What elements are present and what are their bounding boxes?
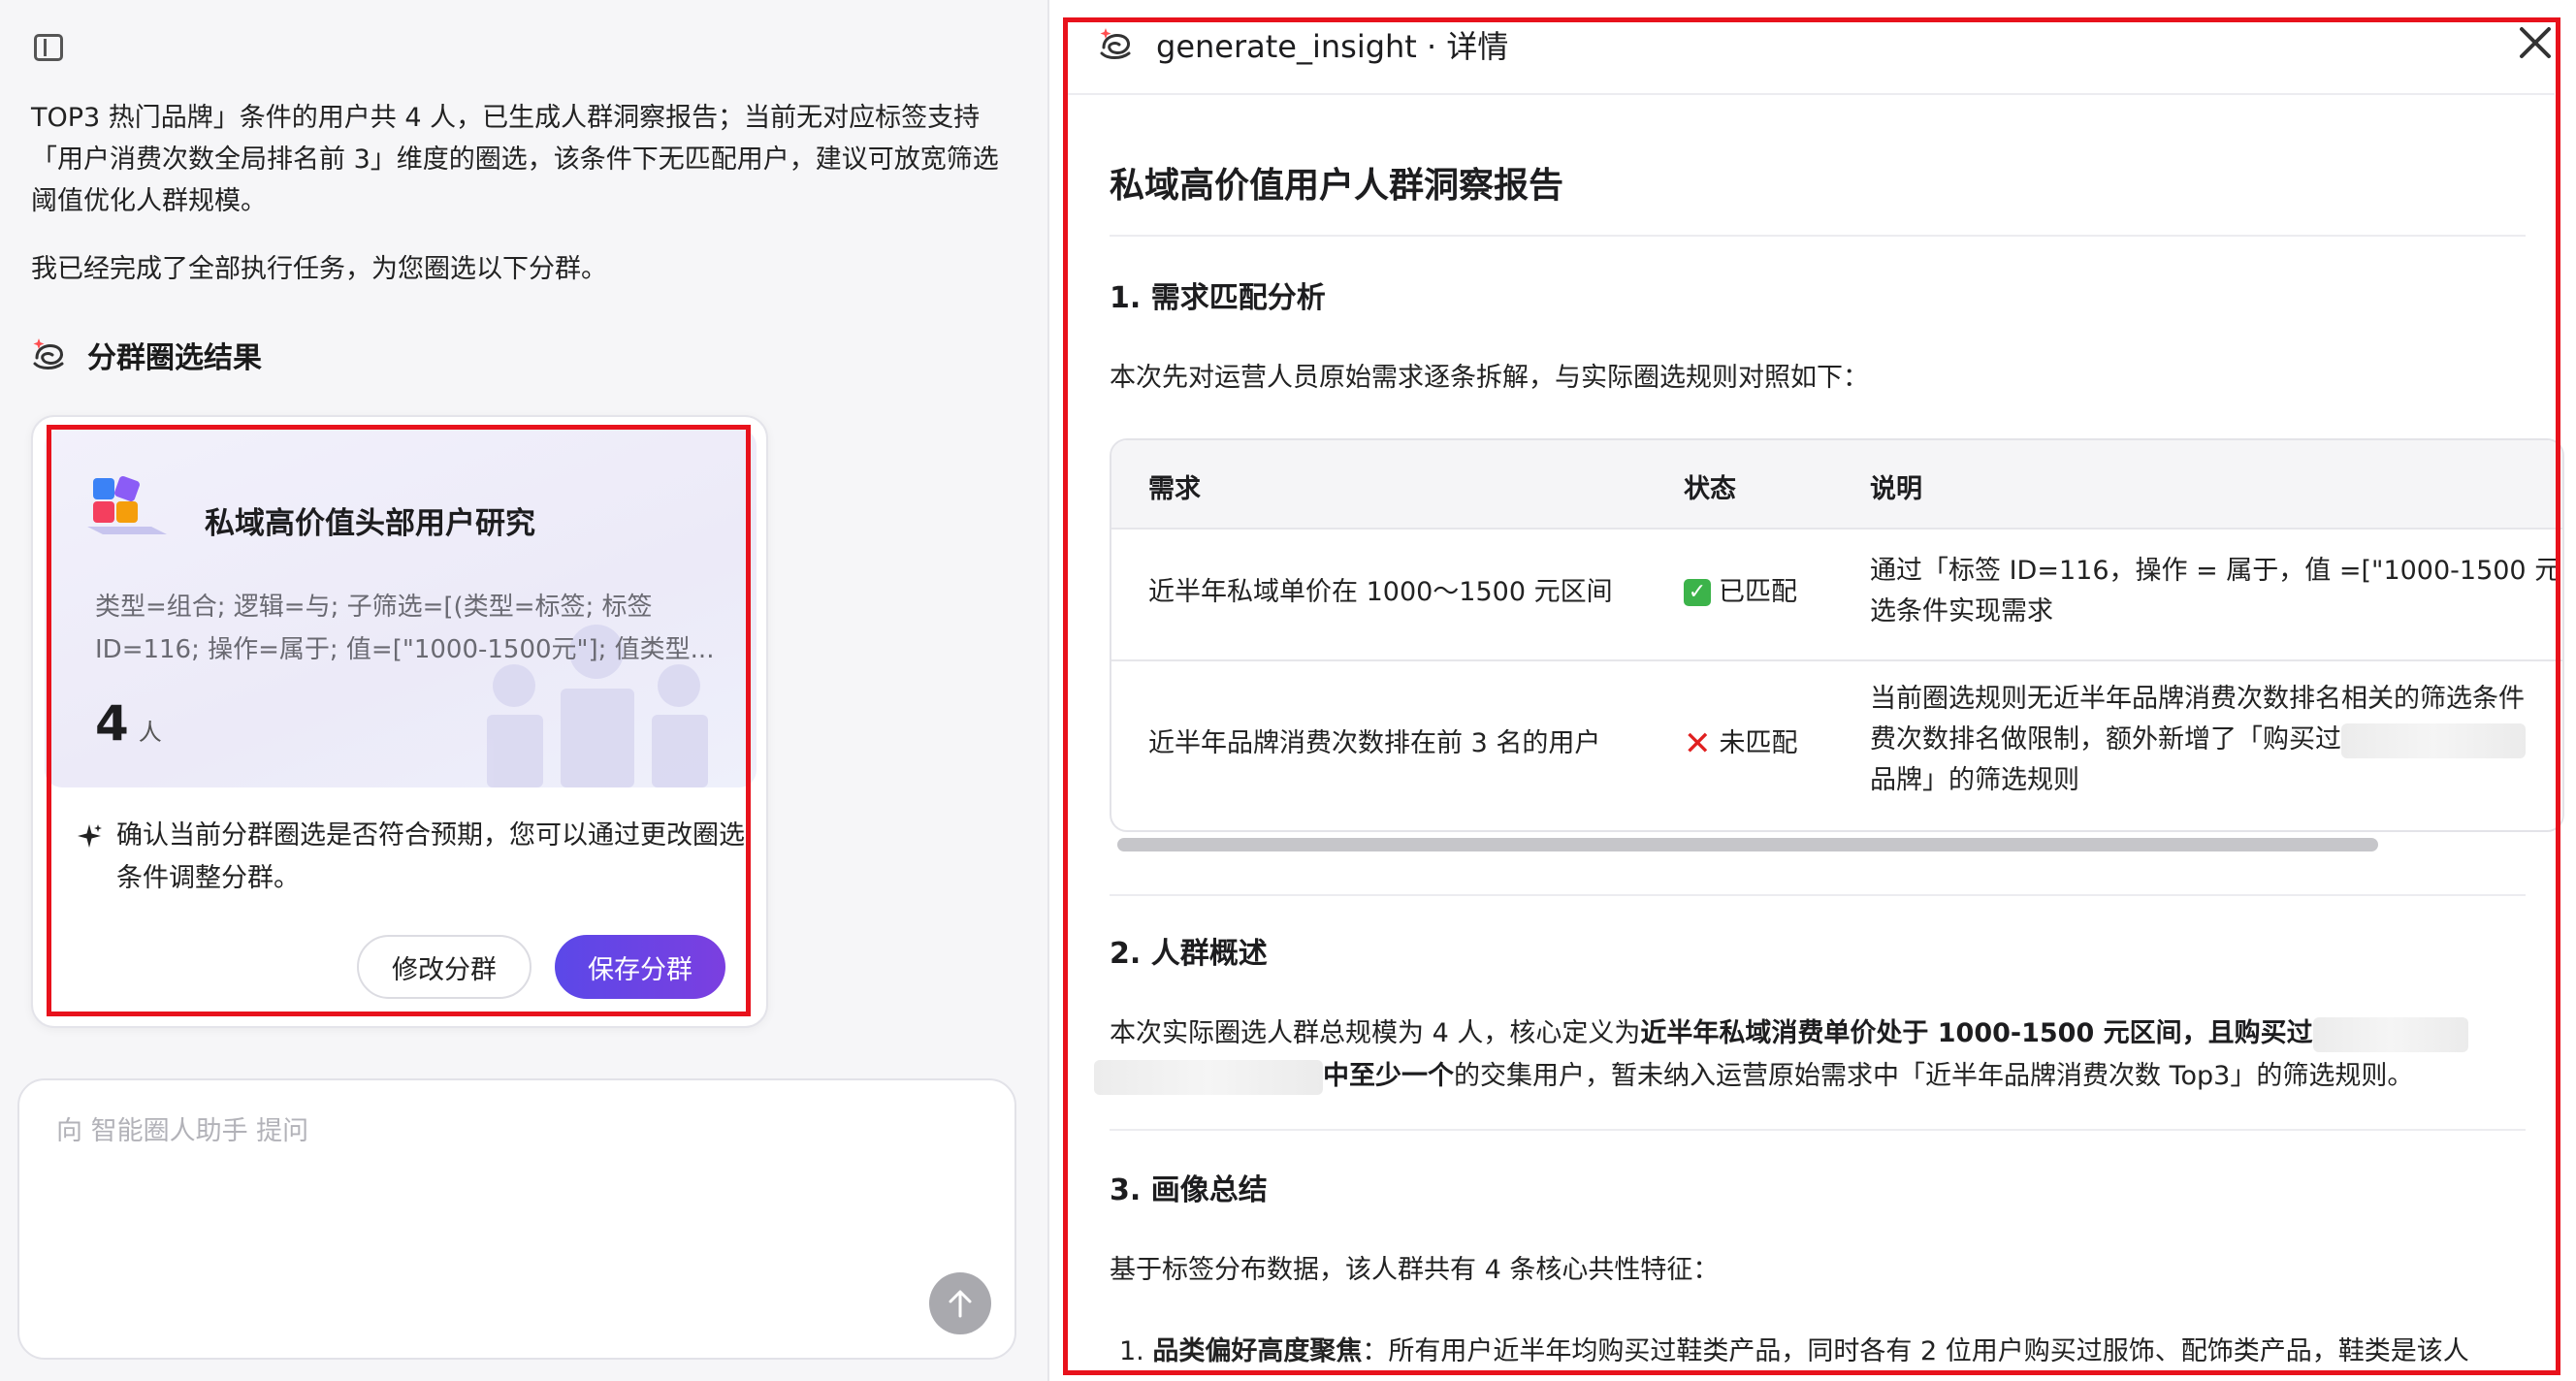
segment-card[interactable]: 私域高价值头部用户研究 类型=组合; 逻辑=与; 子筛选=[(类型=标签; 标签… xyxy=(31,415,768,1028)
table-header: 需求 状态 说明 xyxy=(1111,440,2562,530)
desc-line: 品牌」的筛选规则 xyxy=(1870,765,2079,795)
column-header-need: 需求 xyxy=(1148,474,1201,504)
save-segment-button[interactable]: 保存分群 xyxy=(555,935,725,999)
status-unmatched: 未匹配 xyxy=(1719,728,1798,758)
edit-segment-button[interactable]: 修改分群 xyxy=(357,935,531,999)
section1-heading: 1. 需求匹配分析 xyxy=(1110,281,1326,315)
list-item: 1. 品类偏好高度聚焦：所有用户近半年均购买过鞋类产品，同时各有 2 位用户购买… xyxy=(1119,1331,2535,1373)
status-cell: ✕ 未匹配 xyxy=(1684,723,1798,764)
sidebar-toggle-icon[interactable] xyxy=(34,34,63,61)
assistant-message-paragraph: TOP3 热门品牌」条件的用户共 4 人，已生成人群洞察报告；当前无对应标签支持… xyxy=(31,103,999,216)
redacted-text xyxy=(2341,723,2526,758)
detail-header: generate_insight · 详情 xyxy=(1096,17,1508,72)
overview-text: 的交集用户，暂未纳入运营原始需求中「近半年品牌消费次数 Top3」的筛选规则。 xyxy=(1454,1061,2414,1091)
header-divider xyxy=(1067,93,2555,95)
desc-cell: 当前圈选规则无近半年品牌消费次数排名相关的筛选条件 费次数排名做限制，额外新增了… xyxy=(1870,679,2526,801)
desc-text: 费次数排名做限制，额外新增了「购买过 xyxy=(1870,724,2341,755)
overview-bold: 中至少一个 xyxy=(1323,1061,1454,1091)
list-item-bold: 品类偏好高度聚焦 xyxy=(1152,1336,1363,1366)
desc-line: 费次数排名做限制，额外新增了「购买过 xyxy=(1870,720,2526,760)
table-row: 近半年私域单价在 1000～1500 元区间 ✓ 已匹配 通过「标签 ID=11… xyxy=(1111,528,2562,661)
desc-line: 当前圈选规则无近半年品牌消费次数排名相关的筛选条件 xyxy=(1870,684,2525,714)
horizontal-scrollbar[interactable] xyxy=(1117,838,2378,851)
segment-count: 4 人 xyxy=(95,695,162,752)
divider xyxy=(1110,894,2526,896)
overview-bold: 近半年私域消费单价处于 1000-1500 元区间，且购买过 xyxy=(1640,1018,2313,1048)
column-header-desc: 说明 xyxy=(1870,474,1922,504)
section1-intro: 本次先对运营人员原始需求逐条拆解，与实际圈选规则对照如下： xyxy=(1110,363,1869,393)
need-cell: 近半年私域单价在 1000～1500 元区间 xyxy=(1148,577,1613,607)
assistant-logo-icon xyxy=(33,338,64,369)
assistant-message-summary: 我已经完成了全部执行任务，为您圈选以下分群。 xyxy=(31,254,607,284)
detail-title: generate_insight · 详情 xyxy=(1156,28,1509,65)
desc-cell: 通过「标签 ID=116，操作 = 属于，值 =["1000-1500 元 选条… xyxy=(1870,551,2560,632)
segment-title: 私域高价值头部用户研究 xyxy=(205,506,535,541)
segment-result-header: 分群圈选结果 xyxy=(29,332,262,378)
assistant-logo-icon xyxy=(1100,28,1131,59)
column-header-status: 状态 xyxy=(1684,474,1736,504)
divider xyxy=(1110,235,2526,237)
section2-text: 本次实际圈选人群总规模为 4 人，核心定义为近半年私域消费单价处于 1000-1… xyxy=(1094,1012,2526,1098)
desc-line: 通过「标签 ID=116，操作 = 属于，值 =["1000-1500 元 xyxy=(1870,556,2561,586)
chat-input-placeholder[interactable]: 向 智能圈人助手 提问 xyxy=(56,1109,308,1147)
segment-card-summary: 私域高价值头部用户研究 类型=组合; 逻辑=与; 子筛选=[(类型=标签; 标签… xyxy=(45,429,757,787)
checkmark-icon: ✓ xyxy=(1684,579,1711,606)
segment-count-value: 4 xyxy=(95,695,129,752)
status-cell: ✓ 已匹配 xyxy=(1684,572,1797,613)
send-button[interactable] xyxy=(929,1272,991,1334)
requirement-match-table: 需求 状态 说明 近半年私域单价在 1000～1500 元区间 ✓ 已匹配 通过… xyxy=(1110,438,2564,832)
need-cell: 近半年品牌消费次数排在前 3 名的用户 xyxy=(1148,728,1601,758)
segment-cube-icon xyxy=(87,476,167,534)
chat-input-box[interactable]: 向 智能圈人助手 提问 xyxy=(17,1078,1016,1360)
status-matched: 已匹配 xyxy=(1719,577,1797,607)
sparkle-icon xyxy=(78,824,102,848)
list-item-text: ：所有用户近半年均购买过鞋类产品，同时各有 2 位用户购买过服饰、配饰类产品，鞋… xyxy=(1362,1336,2469,1366)
segment-rule-description: 类型=组合; 逻辑=与; 子筛选=[(类型=标签; 标签ID=116; 操作=属… xyxy=(95,593,715,664)
detail-panel: generate_insight · 详情 私域高价值用户人群洞察报告 1. 需… xyxy=(1049,0,2576,1381)
chat-panel: TOP3 热门品牌」条件的用户共 4 人，已生成人群洞察报告；当前无对应标签支持… xyxy=(0,0,1049,1381)
redacted-text xyxy=(1094,1059,1323,1095)
segment-confirm-text: 确认当前分群圈选是否符合预期，您可以通过更改圈选条件调整分群。 xyxy=(116,820,745,893)
table-row: 近半年品牌消费次数排在前 3 名的用户 ✕ 未匹配 当前圈选规则无近半年品牌消费… xyxy=(1111,659,2562,830)
section3-intro: 基于标签分布数据，该人群共有 4 条核心共性特征： xyxy=(1110,1255,1720,1285)
cross-icon: ✕ xyxy=(1684,724,1712,763)
arrow-up-icon xyxy=(949,1290,972,1318)
section2-heading: 2. 人群概述 xyxy=(1110,937,1268,971)
report-title: 私域高价值用户人群洞察报告 xyxy=(1110,166,1564,206)
section3-heading: 3. 画像总结 xyxy=(1110,1173,1268,1207)
close-icon[interactable] xyxy=(2516,23,2555,62)
segment-count-unit: 人 xyxy=(138,719,162,746)
segment-confirm-hint: 确认当前分群圈选是否符合预期，您可以通过更改圈选条件调整分群。 xyxy=(76,815,745,900)
redacted-text xyxy=(2312,1016,2468,1052)
segment-result-title: 分群圈选结果 xyxy=(87,341,262,375)
divider xyxy=(1110,1129,2526,1131)
overview-text: 本次实际圈选人群总规模为 4 人，核心定义为 xyxy=(1110,1018,1641,1048)
list-number: 1. xyxy=(1119,1336,1144,1366)
desc-line: 选条件实现需求 xyxy=(1870,596,2053,626)
